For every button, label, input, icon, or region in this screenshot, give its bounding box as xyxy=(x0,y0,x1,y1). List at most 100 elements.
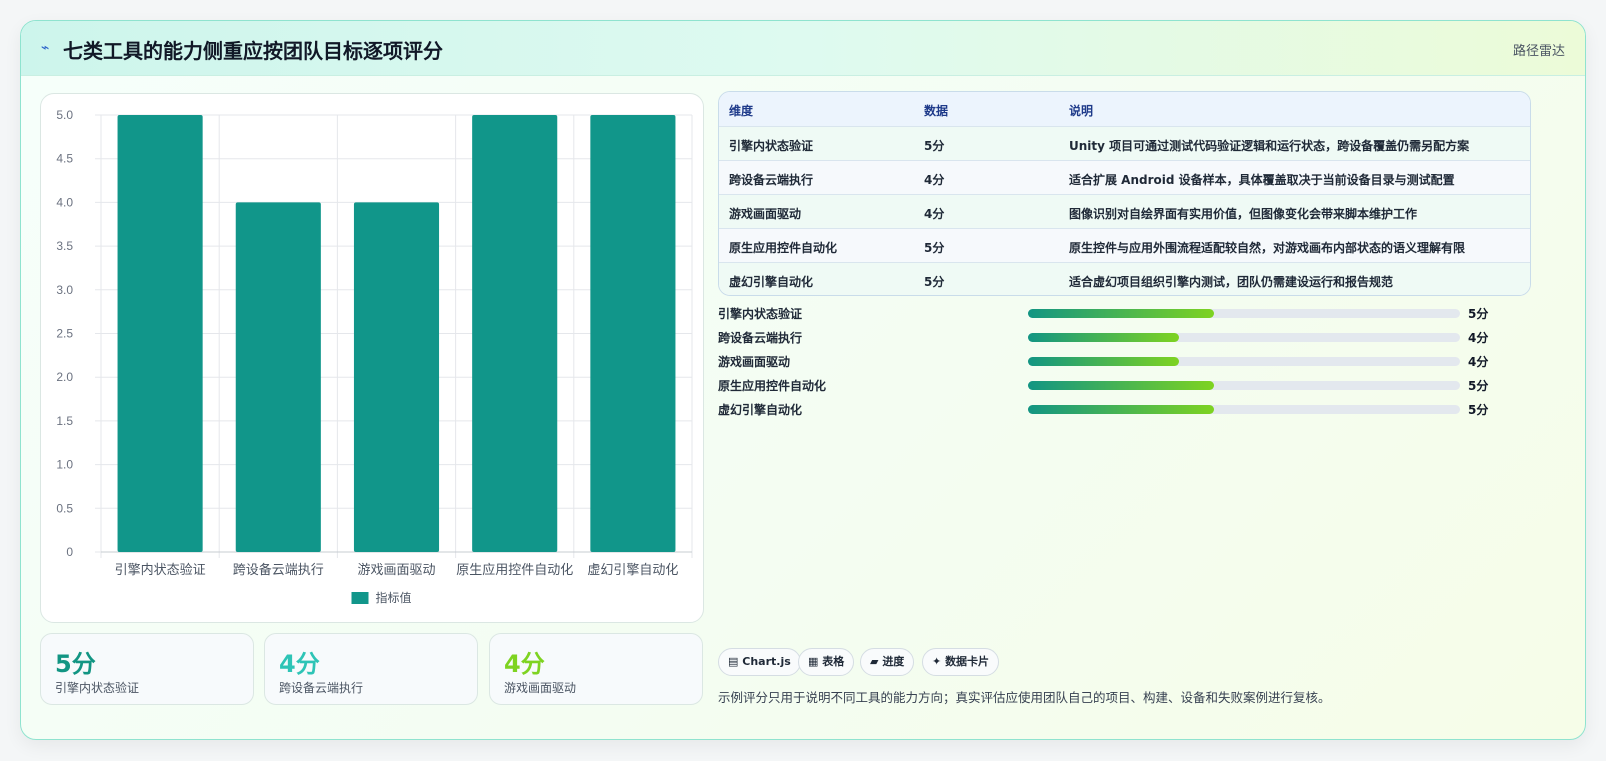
tag-label: 表格 xyxy=(822,655,845,668)
tag-chartjs[interactable]: ▤ Chart.js xyxy=(718,648,801,676)
bar xyxy=(590,115,676,552)
table-cell: 适合虚幻项目组织引擎内测试，团队仍需建设运行和报告规范 xyxy=(1069,275,1394,289)
tag-progress[interactable]: ▰ 进度 xyxy=(860,648,915,676)
x-tick-label: 虚幻引擎自动化 xyxy=(587,563,678,578)
header-right-label[interactable]: 路径雷达 xyxy=(1513,40,1565,59)
card-header: ⌁ 七类工具的能力侧重应按团队目标逐项评分 路径雷达 xyxy=(21,21,1585,76)
bar xyxy=(117,115,203,552)
progress-icon: ▰ xyxy=(870,655,879,668)
data-table: 维度 数据 说明 引擎内状态验证 5分 Unity 项目可通过测试代码验证逻辑和… xyxy=(718,91,1531,296)
progress-row: 虚幻引擎自动化 5分 xyxy=(718,400,1518,420)
tag-table[interactable]: ▦ 表格 xyxy=(798,648,855,676)
y-tick-label: 5.0 xyxy=(56,108,73,122)
footnote: 示例评分只用于说明不同工具的能力方向；真实评估应使用团队自己的项目、构建、设备和… xyxy=(718,690,1331,705)
progress-label: 原生应用控件自动化 xyxy=(718,379,827,393)
progress-fill xyxy=(1028,405,1214,414)
y-tick-label: 2.0 xyxy=(56,370,73,384)
y-tick-label: 1.0 xyxy=(56,458,73,472)
table-cell: 图像识别对自绘界面有实用价值，但图像变化会带来脚本维护工作 xyxy=(1069,207,1418,221)
stat-label: 跨设备云端执行 xyxy=(279,681,364,695)
table-cell: 跨设备云端执行 xyxy=(729,173,814,187)
bar-chart: 0 0.5 1.0 1.5 2.0 2.5 3.0 3.5 4.0 4.5 5.0 引擎内状态验证 跨设… xyxy=(56,108,693,605)
bar-chart-panel: 0 0.5 1.0 1.5 2.0 2.5 3.0 3.5 4.0 4.5 5.0 引擎内状态验证 跨设… xyxy=(40,93,704,623)
table-icon: ▦ xyxy=(808,655,819,668)
table-cell: Unity 项目可通过测试代码验证逻辑和运行状态，跨设备覆盖仍需另配方案 xyxy=(1069,139,1470,153)
x-tick-label: 跨设备云端执行 xyxy=(233,562,324,578)
progress-value: 4分 xyxy=(1468,355,1489,369)
stat-card: 5分 引擎内状态验证 xyxy=(40,633,254,705)
tag-label: 进度 xyxy=(882,655,905,668)
stat-label: 游戏画面驱动 xyxy=(504,681,577,695)
progress-row: 原生应用控件自动化 5分 xyxy=(718,376,1518,396)
legend-swatch xyxy=(351,592,369,604)
progress-track xyxy=(1028,309,1460,318)
table-cell: 5分 xyxy=(924,275,945,289)
tag-label: Chart.js xyxy=(742,655,791,668)
main-card: ⌁ 七类工具的能力侧重应按团队目标逐项评分 路径雷达 0 0.5 1.0 1.5 2.0… xyxy=(20,20,1586,740)
y-tick-label: 4.0 xyxy=(56,195,73,209)
progress-fill xyxy=(1028,357,1180,366)
table-cell: 虚幻引擎自动化 xyxy=(729,275,814,289)
progress-label: 游戏画面驱动 xyxy=(718,355,791,369)
progress-label: 跨设备云端执行 xyxy=(718,331,803,345)
progress-track xyxy=(1028,405,1460,414)
tag-data-card[interactable]: ✦ 数据卡片 xyxy=(922,648,1000,676)
progress-fill xyxy=(1028,333,1180,342)
table-header-row: 维度 数据 说明 xyxy=(719,92,1530,126)
table-cell: 原生应用控件自动化 xyxy=(729,241,838,255)
progress-label: 虚幻引擎自动化 xyxy=(718,403,803,417)
table-cell: 原生控件与应用外围流程适配较自然，对游戏画布内部状态的语义理解有限 xyxy=(1069,241,1466,255)
chart-icon: ▤ xyxy=(728,655,739,668)
y-tick-label: 2.5 xyxy=(56,327,73,341)
table-header-cell: 维度 xyxy=(729,104,754,118)
progress-fill xyxy=(1028,309,1214,318)
table-row: 游戏画面驱动 4分 图像识别对自绘界面有实用价值，但图像变化会带来脚本维护工作 xyxy=(719,194,1530,228)
x-tick-label: 原生应用控件自动化 xyxy=(456,562,573,578)
table-cell: 引擎内状态验证 xyxy=(729,139,814,153)
progress-label: 引擎内状态验证 xyxy=(718,307,803,321)
y-tick-label: 1.5 xyxy=(56,414,73,428)
table-row: 虚幻引擎自动化 5分 适合虚幻项目组织引擎内测试，团队仍需建设运行和报告规范 xyxy=(719,262,1530,295)
table-cell: 5分 xyxy=(924,139,945,153)
y-tick-label: 3.0 xyxy=(56,283,73,297)
progress-track xyxy=(1028,333,1460,342)
legend-label: 指标值 xyxy=(376,590,412,605)
table-cell: 游戏画面驱动 xyxy=(729,207,802,221)
table-row: 引擎内状态验证 5分 Unity 项目可通过测试代码验证逻辑和运行状态，跨设备覆… xyxy=(719,126,1530,160)
y-tick-label: 0.5 xyxy=(56,501,73,515)
stat-card: 4分 跨设备云端执行 xyxy=(264,633,478,705)
page-title: 七类工具的能力侧重应按团队目标逐项评分 xyxy=(63,39,443,63)
table-header-cell: 说明 xyxy=(1069,104,1094,118)
bar xyxy=(353,202,440,552)
tag-label: 数据卡片 xyxy=(945,655,990,668)
y-tick-label: 3.5 xyxy=(56,239,73,253)
progress-value: 4分 xyxy=(1468,331,1489,345)
stat-label: 引擎内状态验证 xyxy=(55,681,140,695)
table-cell: 5分 xyxy=(924,241,945,255)
x-tick-label: 游戏画面驱动 xyxy=(357,563,435,578)
zap-icon: ⌁ xyxy=(41,40,50,56)
progress-value: 5分 xyxy=(1468,307,1489,321)
progress-row: 引擎内状态验证 5分 xyxy=(718,304,1518,324)
progress-value: 5分 xyxy=(1468,379,1489,393)
progress-track xyxy=(1028,357,1460,366)
table-header-cell: 数据 xyxy=(924,104,949,118)
stat-value: 4分 xyxy=(279,650,320,678)
progress-track xyxy=(1028,381,1460,390)
y-tick-label: 0 xyxy=(66,545,73,559)
progress-value: 5分 xyxy=(1468,403,1489,417)
stat-value: 4分 xyxy=(504,650,545,678)
progress-fill xyxy=(1028,381,1214,390)
bar xyxy=(235,202,321,552)
stat-value: 5分 xyxy=(55,650,96,678)
table-cell: 4分 xyxy=(924,207,945,221)
progress-row: 跨设备云端执行 4分 xyxy=(718,328,1518,348)
y-tick-label: 4.5 xyxy=(56,152,73,166)
table-row: 跨设备云端执行 4分 适合扩展 Android 设备样本，具体覆盖取决于当前设备… xyxy=(719,160,1530,194)
table-row: 原生应用控件自动化 5分 原生控件与应用外围流程适配较自然，对游戏画布内部状态的… xyxy=(719,228,1530,262)
table-cell: 适合扩展 Android 设备样本，具体覆盖取决于当前设备目录与测试配置 xyxy=(1069,173,1455,187)
x-tick-label: 引擎内状态验证 xyxy=(115,562,206,578)
sparkle-icon: ✦ xyxy=(932,655,942,668)
table-cell: 4分 xyxy=(924,173,945,187)
bar xyxy=(472,115,558,552)
